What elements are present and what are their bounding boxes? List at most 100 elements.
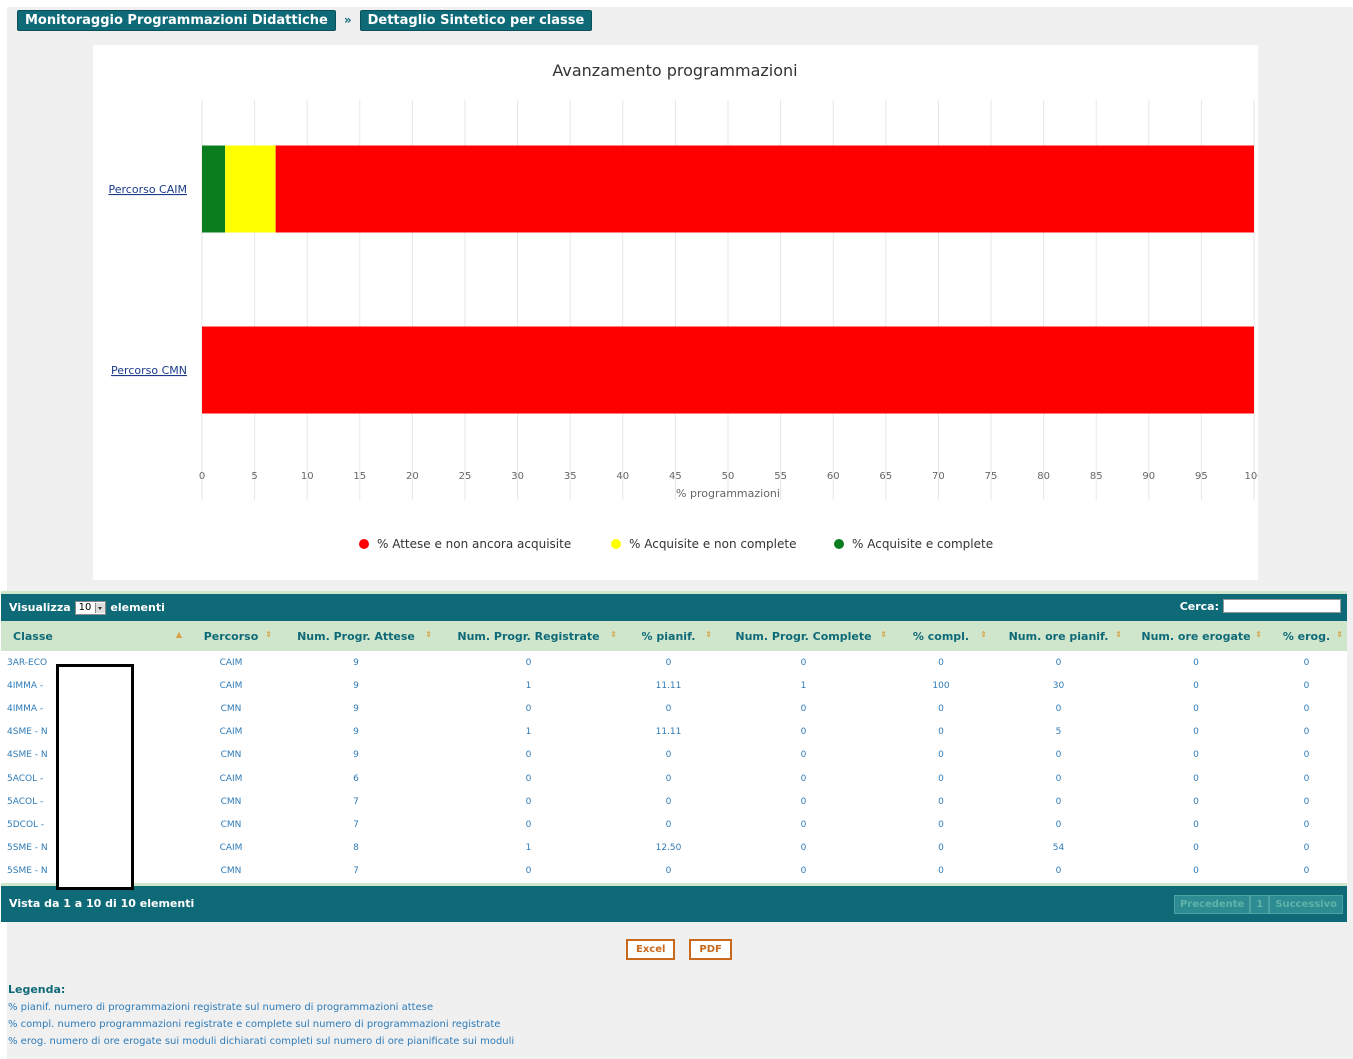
table-cell: 0 (991, 790, 1126, 814)
sort-icon: ⇕ (265, 630, 272, 639)
table-cell: 0 (1266, 674, 1347, 698)
search-input[interactable] (1223, 599, 1341, 613)
table-cell: 12.50 (621, 836, 716, 860)
column-header[interactable]: Num. Progr. Registrate ⇕ (436, 621, 621, 651)
column-header[interactable]: Num. ore erogate ⇕ (1126, 621, 1266, 651)
table-cell: CMN (186, 743, 276, 767)
x-tick-label: 90 (1142, 471, 1155, 482)
table-toolbar: Visualizza 10 elementi Cerca: (1, 591, 1347, 621)
table-cell: 0 (436, 859, 621, 883)
table-info: Vista da 1 a 10 di 10 elementi (9, 897, 195, 911)
pdf-export-button[interactable]: PDF (689, 939, 732, 960)
table-cell: CMN (186, 859, 276, 883)
table-cell: 7 (276, 813, 436, 837)
table-cell: 0 (991, 743, 1126, 767)
table-row[interactable]: 5DCOL - CMN 7 0 0 0 0 0 0 0 (1, 813, 1347, 837)
progress-chart: Avanzamento programmazioni 0 5 10 15 20 25 30 35… (93, 45, 1258, 580)
table-cell: 0 (436, 813, 621, 837)
chevron-down-icon (95, 602, 106, 613)
table-cell: 0 (621, 766, 716, 791)
table-cell: 0 (1126, 813, 1266, 837)
table-cell: 0 (436, 651, 621, 675)
column-header[interactable]: % pianif. ⇕ (621, 621, 716, 651)
table-cell: 0 (991, 859, 1126, 883)
x-tick-label: 45 (669, 471, 682, 482)
pagination-next-button[interactable]: Successivo (1269, 894, 1343, 914)
table-cell: 0 (991, 651, 1126, 675)
column-header[interactable]: % erog. ⇕ (1266, 621, 1347, 651)
legend-label: % Acquisite e complete (852, 537, 993, 551)
column-header[interactable]: Num. Progr. Attese ⇕ (276, 621, 436, 651)
table-cell: 0 (1126, 674, 1266, 698)
table-cell: 0 (716, 651, 891, 675)
sort-icon: ⇕ (1336, 630, 1343, 639)
table-cell: 0 (716, 720, 891, 744)
excel-export-button[interactable]: Excel (626, 939, 676, 960)
table-footer: Vista da 1 a 10 di 10 elementi Precedent… (1, 882, 1347, 922)
table-cell: 0 (1266, 790, 1347, 814)
table-cell: 0 (891, 766, 991, 791)
table-cell: 0 (436, 697, 621, 721)
table-row[interactable]: 4SME - N CAIM 9 1 11.11 0 0 5 0 0 (1, 720, 1347, 744)
breadcrumb-item-dettaglio[interactable]: Dettaglio Sintetico per classe (359, 9, 593, 31)
table-cell: 0 (621, 651, 716, 675)
table-row[interactable]: 4SME - N CMN 9 0 0 0 0 0 0 0 (1, 743, 1347, 767)
table-cell: 54 (991, 836, 1126, 860)
table-cell: 9 (276, 674, 436, 698)
table-cell: 0 (1266, 836, 1347, 860)
table-row[interactable]: 5ACOL - CAIM 6 0 0 0 0 0 0 0 (1, 766, 1347, 791)
table-cell: 0 (891, 720, 991, 744)
table-cell: 0 (436, 766, 621, 791)
table-cell: 9 (276, 651, 436, 675)
table-cell: CMN (186, 813, 276, 837)
legenda-line-erog: % erog. numero di ore erogate sui moduli… (8, 1036, 515, 1047)
pagination-page-button[interactable]: 1 (1250, 894, 1270, 914)
table-cell: 30 (991, 674, 1126, 698)
pagination-prev-button[interactable]: Precedente (1173, 894, 1251, 914)
legend-marker (834, 539, 844, 549)
category-label: Percorso CMN (111, 364, 187, 377)
search-label: Cerca: (1179, 599, 1219, 613)
x-tick-label: 80 (1037, 471, 1050, 482)
redaction-box (56, 664, 134, 890)
table-row[interactable]: 5ACOL - CMN 7 0 0 0 0 0 0 0 (1, 790, 1347, 814)
sort-icon: ⇕ (1255, 630, 1262, 639)
x-tick-label: 100 (1244, 471, 1258, 482)
table-cell: 0 (1126, 766, 1266, 791)
table-cell: 0 (716, 836, 891, 860)
table-cell: 0 (891, 651, 991, 675)
x-tick-label: 25 (459, 471, 472, 482)
table-cell: 0 (891, 813, 991, 837)
table-cell: 9 (276, 743, 436, 767)
table-cell: CMN (186, 790, 276, 814)
x-tick-label: 20 (406, 471, 419, 482)
column-header[interactable]: Num. Progr. Complete ⇕ (716, 621, 891, 651)
table-row[interactable]: 4IMMA - CAIM 9 1 11.11 1 100 30 0 0 (1, 674, 1347, 698)
table-cell: CMN (186, 697, 276, 721)
table-cell: 9 (276, 697, 436, 721)
x-tick-label: 60 (827, 471, 840, 482)
page-length-select[interactable]: 10 (74, 600, 107, 615)
breadcrumb-item-monitoraggio[interactable]: Monitoraggio Programmazioni Didattiche (17, 9, 336, 31)
table-cell: 0 (621, 743, 716, 767)
table-row[interactable]: 3AR-ECO CAIM 9 0 0 0 0 0 0 0 (1, 651, 1347, 675)
table-row[interactable]: 4IMMA - CMN 9 0 0 0 0 0 0 0 (1, 697, 1347, 721)
table-cell: 0 (1266, 720, 1347, 744)
page-length-label: Visualizza (9, 601, 71, 614)
table-cell: 0 (621, 859, 716, 883)
x-tick-label: 30 (511, 471, 524, 482)
table-cell: 0 (716, 859, 891, 883)
progress-chart-svg: Avanzamento programmazioni 0 5 10 15 20 25 30 35… (109, 61, 1259, 551)
column-header[interactable]: Classe ▲ (1, 621, 186, 651)
table-row[interactable]: 5SME - N CAIM 8 1 12.50 0 0 54 0 0 (1, 836, 1347, 860)
column-header[interactable]: Num. ore pianif. ⇕ (991, 621, 1126, 651)
table-cell: 7 (276, 790, 436, 814)
breadcrumb: Monitoraggio Programmazioni Didattiche »… (17, 9, 593, 31)
table-cell: 0 (436, 743, 621, 767)
bar-segment (202, 326, 1254, 414)
column-header[interactable]: % compl. ⇕ (891, 621, 991, 651)
column-header[interactable]: Percorso ⇕ (186, 621, 276, 651)
legend-marker (359, 539, 369, 549)
table-row[interactable]: 5SME - N CMN 7 0 0 0 0 0 0 0 (1, 859, 1347, 883)
table-cell: 11.11 (621, 720, 716, 744)
